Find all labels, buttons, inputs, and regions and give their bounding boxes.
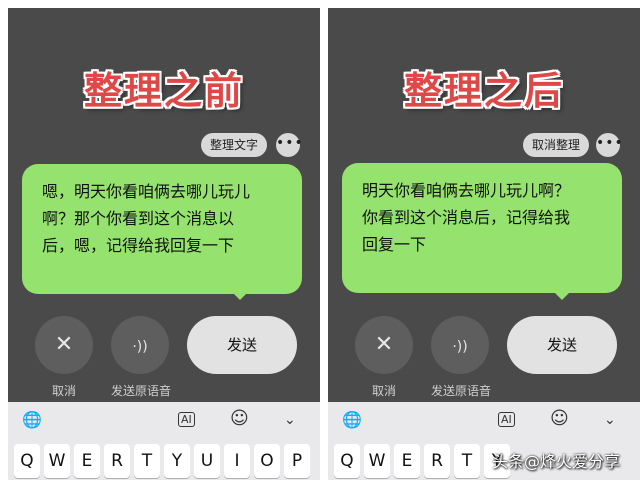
- key-w[interactable]: W: [364, 444, 390, 478]
- key-e[interactable]: E: [74, 444, 100, 478]
- key-q[interactable]: Q: [14, 444, 40, 478]
- ai-writing-icon[interactable]: AI: [498, 412, 515, 427]
- key-q[interactable]: Q: [334, 444, 360, 478]
- cancel-button[interactable]: ✕: [355, 316, 413, 374]
- key-r[interactable]: R: [104, 444, 130, 478]
- watermark: 头条@烽火爱分享: [492, 452, 621, 471]
- panel-before: 整理之前 整理文字 ••• 嗯，明天你看咱俩去哪儿玩儿 啊？那个你看到这个消息以…: [8, 8, 320, 480]
- key-w[interactable]: W: [44, 444, 70, 478]
- voice-wave-icon: ·)): [452, 339, 468, 355]
- send-original-voice-button[interactable]: ·)): [111, 316, 169, 374]
- message-line: 后，嗯，记得给我回复一下: [42, 236, 235, 255]
- message-line: 嗯，明天你看咱俩去哪儿玩儿: [42, 182, 251, 201]
- panel-after: 整理之后 取消整理 ••• 明天你看咱俩去哪儿玩儿啊？ 你看到这个消息后，记得给…: [328, 8, 640, 480]
- keyboard: 🌐 AI ☺ ⌄ Q W E R T Y U I O P: [8, 402, 320, 480]
- panel-title: 整理之前: [83, 69, 244, 113]
- message-line: 你看到这个消息后，记得给我: [362, 208, 571, 227]
- key-e[interactable]: E: [394, 444, 420, 478]
- panel-title: 整理之后: [403, 69, 564, 113]
- voice-wave-icon: ·)): [132, 339, 148, 355]
- key-u[interactable]: U: [194, 444, 220, 478]
- cancel-caption: 取消: [371, 384, 396, 398]
- chevron-down-icon[interactable]: ⌄: [604, 412, 616, 428]
- message-line: 啊？那个你看到这个消息以: [42, 209, 235, 228]
- key-row: Q W E R T Y U I O P: [11, 444, 320, 478]
- cancel-tidy-button[interactable]: 取消整理: [523, 133, 590, 157]
- chevron-down-icon[interactable]: ⌄: [284, 412, 296, 428]
- key-o[interactable]: O: [254, 444, 280, 478]
- key-y[interactable]: Y: [164, 444, 190, 478]
- cancel-caption: 取消: [51, 384, 76, 398]
- globe-icon[interactable]: 🌐: [22, 410, 42, 429]
- message-line: 回复一下: [362, 235, 427, 254]
- globe-icon[interactable]: 🌐: [342, 410, 362, 429]
- cancel-button[interactable]: ✕: [35, 316, 93, 374]
- voice-caption: 发送原语音: [430, 384, 491, 398]
- key-t[interactable]: T: [134, 444, 160, 478]
- tidy-text-button[interactable]: 整理文字: [201, 133, 268, 157]
- key-i[interactable]: I: [224, 444, 250, 478]
- close-icon: ✕: [374, 332, 394, 357]
- message-line: 明天你看咱俩去哪儿玩儿啊？: [362, 181, 571, 200]
- voice-caption: 发送原语音: [110, 384, 171, 398]
- ai-writing-icon[interactable]: AI: [178, 412, 195, 427]
- bubble-tail: [554, 292, 570, 300]
- more-options-icon[interactable]: •••: [596, 133, 623, 157]
- send-button[interactable]: 发送: [507, 316, 617, 374]
- key-p[interactable]: P: [284, 444, 310, 478]
- more-options-icon[interactable]: •••: [276, 133, 303, 157]
- bubble-tail: [232, 292, 248, 300]
- message-bubble: 明天你看咱俩去哪儿玩儿啊？ 你看到这个消息后，记得给我 回复一下: [342, 163, 622, 293]
- message-bubble: 嗯，明天你看咱俩去哪儿玩儿 啊？那个你看到这个消息以 后，嗯，记得给我回复一下: [22, 164, 302, 294]
- emoji-icon[interactable]: ☺: [550, 408, 569, 429]
- emoji-icon[interactable]: ☺: [230, 408, 249, 429]
- send-button[interactable]: 发送: [187, 316, 297, 374]
- key-r[interactable]: R: [424, 444, 450, 478]
- send-original-voice-button[interactable]: ·)): [431, 316, 489, 374]
- close-icon: ✕: [54, 332, 74, 357]
- key-t[interactable]: T: [454, 444, 480, 478]
